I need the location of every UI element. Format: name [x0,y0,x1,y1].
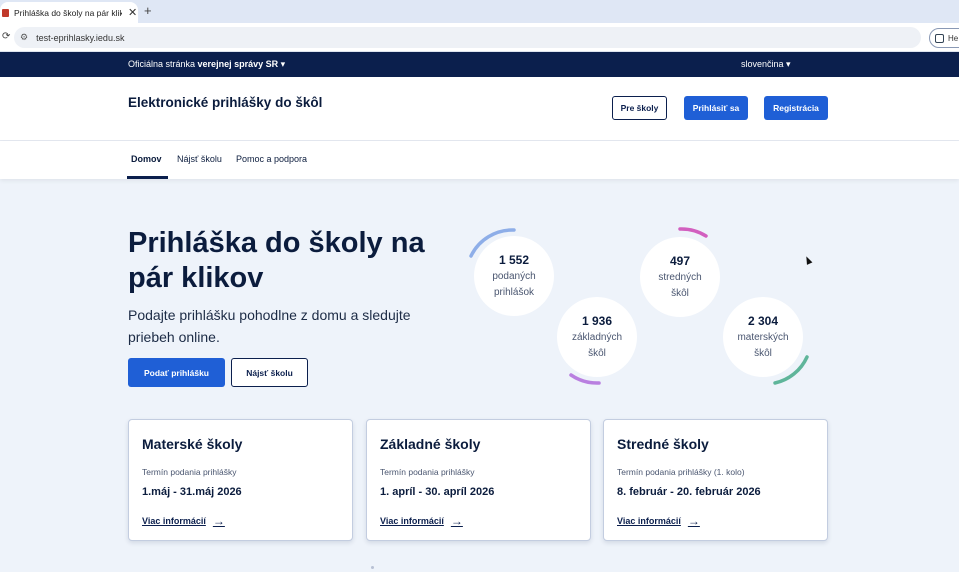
secondary-card: Stredné školy Termín podania prihlášky (… [603,419,828,541]
stat-elementary: 1 936 základných škôl [557,297,637,385]
address-bar: ⟳ ⚙ test-eprihlasky.iedu.sk He [0,23,959,52]
arrow-right-icon: → [687,514,700,528]
card-dates: 1. apríl - 30. apríl 2026 [380,486,495,498]
browser-tab[interactable]: Prihláška do školy na pár klikov ✕ [0,2,138,23]
stat-arc [678,227,708,238]
stat-arc [469,228,516,258]
arrow-right-icon: → [212,514,225,528]
login-button[interactable]: Prihlásiť sa [684,96,748,120]
find-school-button[interactable]: Nájsť školu [231,358,308,387]
for-schools-button[interactable]: Pre školy [612,96,667,120]
extension-icon [935,33,944,43]
site-title[interactable]: Elektronické prihlášky do škôl [128,95,322,110]
site-info-icon[interactable]: ⚙ [20,32,28,43]
gov-banner: Oficiálna stránka verejnej správy SR ▾ s… [0,52,959,77]
stat-secondary: 497 stredných škôl [640,227,720,317]
url-text: test-eprihlasky.iedu.sk [36,32,125,43]
card-label: Termín podania prihlášky [380,467,475,477]
more-info-link[interactable]: Viac informácií → [380,514,463,528]
extension-button[interactable]: He [929,28,959,48]
main-nav: Domov Nájsť školu Pomoc a podpora [0,141,959,179]
language-select[interactable]: slovenčina ▾ [741,59,791,70]
site-header: Elektronické prihlášky do škôl Pre školy… [0,77,959,141]
stat-kindergarten: 2 304 materských škôl [723,297,809,385]
nav-home[interactable]: Domov [131,154,162,164]
kindergarten-card: Materské školy Termín podania prihlášky … [128,419,353,541]
link-text: Viac informácií [617,516,681,526]
arrow-right-icon: → [450,514,463,528]
card-label: Termín podania prihlášky [142,467,237,477]
hero-subtitle: Podajte prihlášku pohodlne z domu a sled… [128,307,411,345]
reload-icon[interactable]: ⟳ [2,31,10,42]
stat-arc [569,373,601,385]
more-info-link[interactable]: Viac informácií → [142,514,225,528]
extension-label: He [948,33,959,43]
submit-application-button[interactable]: Podať prihlášku [128,358,225,387]
stat-arc [773,355,809,385]
official-prefix: Oficiálna stránka [128,59,196,69]
card-title: Stredné školy [617,436,709,452]
card-title: Materské školy [142,436,243,452]
site-favicon-icon [2,8,9,17]
active-nav-indicator [127,176,168,179]
chevron-down-icon: ▾ [786,59,791,69]
more-info-link[interactable]: Viac informácií → [617,514,700,528]
nav-find-school[interactable]: Nájsť školu [177,154,222,164]
elementary-card: Základné školy Termín podania prihlášky … [366,419,591,541]
scroll-dot [371,566,374,569]
register-button[interactable]: Registrácia [764,96,828,120]
official-site-toggle[interactable]: Oficiálna stránka verejnej správy SR ▾ [128,59,285,70]
card-dates: 8. február - 20. február 2026 [617,486,761,498]
language-label: slovenčina [741,59,784,69]
card-label: Termín podania prihlášky (1. kolo) [617,467,745,477]
link-text: Viac informácií [142,516,206,526]
card-dates: 1.máj - 31.máj 2026 [142,486,242,498]
card-title: Základné školy [380,436,481,452]
nav-help[interactable]: Pomoc a podpora [236,154,307,164]
link-text: Viac informácií [380,516,444,526]
new-tab-button[interactable]: + [144,3,152,18]
chevron-down-icon: ▾ [280,59,286,69]
tab-title: Prihláška do školy na pár klikov [14,7,122,18]
official-bold: verejnej správy SR [197,59,279,69]
close-tab-icon[interactable]: ✕ [128,6,137,19]
stat-applications: 1 552 podaných prihlášok [469,228,554,316]
mouse-cursor-icon [803,255,813,265]
url-field[interactable]: ⚙ test-eprihlasky.iedu.sk [14,27,921,48]
hero-title: Prihláška do školy na pár klikov [128,227,425,294]
browser-tab-bar: Prihláška do školy na pár klikov ✕ + [0,0,959,23]
